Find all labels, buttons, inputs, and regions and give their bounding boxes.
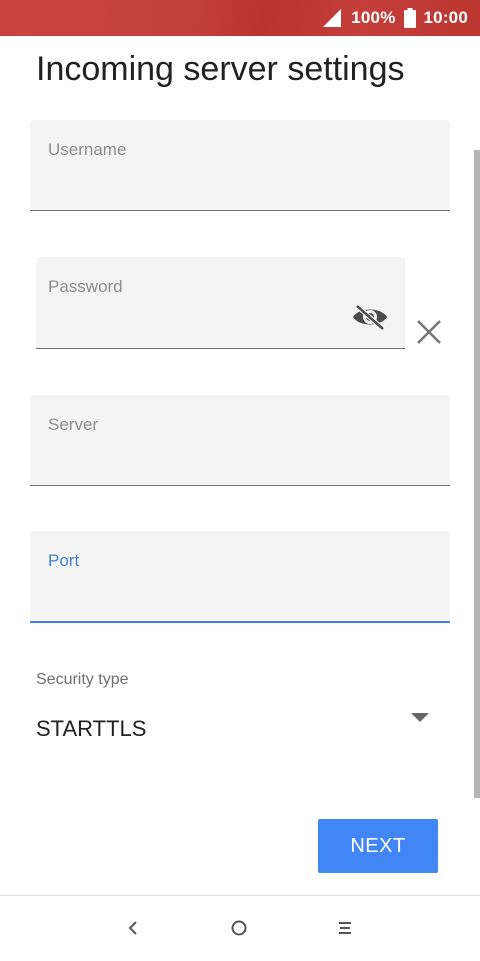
password-field[interactable]: Password — [36, 257, 405, 349]
home-icon[interactable] — [227, 916, 251, 940]
menu-icon[interactable] — [333, 916, 357, 940]
navigation-bar — [0, 895, 480, 961]
port-label: Port — [48, 551, 80, 570]
signal-icon — [323, 9, 342, 27]
security-type-select[interactable]: STARTTLS — [36, 716, 146, 742]
server-label: Server — [48, 415, 99, 434]
battery-icon — [403, 8, 416, 28]
back-icon[interactable] — [121, 916, 145, 940]
clear-icon[interactable] — [414, 317, 444, 347]
page-title: Incoming server settings — [36, 50, 405, 88]
username-field[interactable]: Username — [30, 120, 450, 211]
password-label: Password — [48, 277, 123, 296]
status-bar: 100% 10:00 — [0, 0, 480, 36]
scrollbar[interactable] — [474, 150, 480, 798]
security-type-label: Security type — [36, 671, 129, 688]
port-field[interactable]: Port — [30, 531, 450, 623]
visibility-off-icon[interactable] — [351, 303, 389, 331]
status-icons: 100% 10:00 — [321, 0, 468, 36]
server-field[interactable]: Server — [30, 395, 450, 486]
next-button[interactable]: NEXT — [318, 819, 438, 873]
dropdown-arrow-icon[interactable] — [411, 713, 429, 722]
clock: 10:00 — [423, 8, 468, 27]
battery-percent: 100% — [351, 8, 396, 27]
username-label: Username — [48, 140, 127, 159]
